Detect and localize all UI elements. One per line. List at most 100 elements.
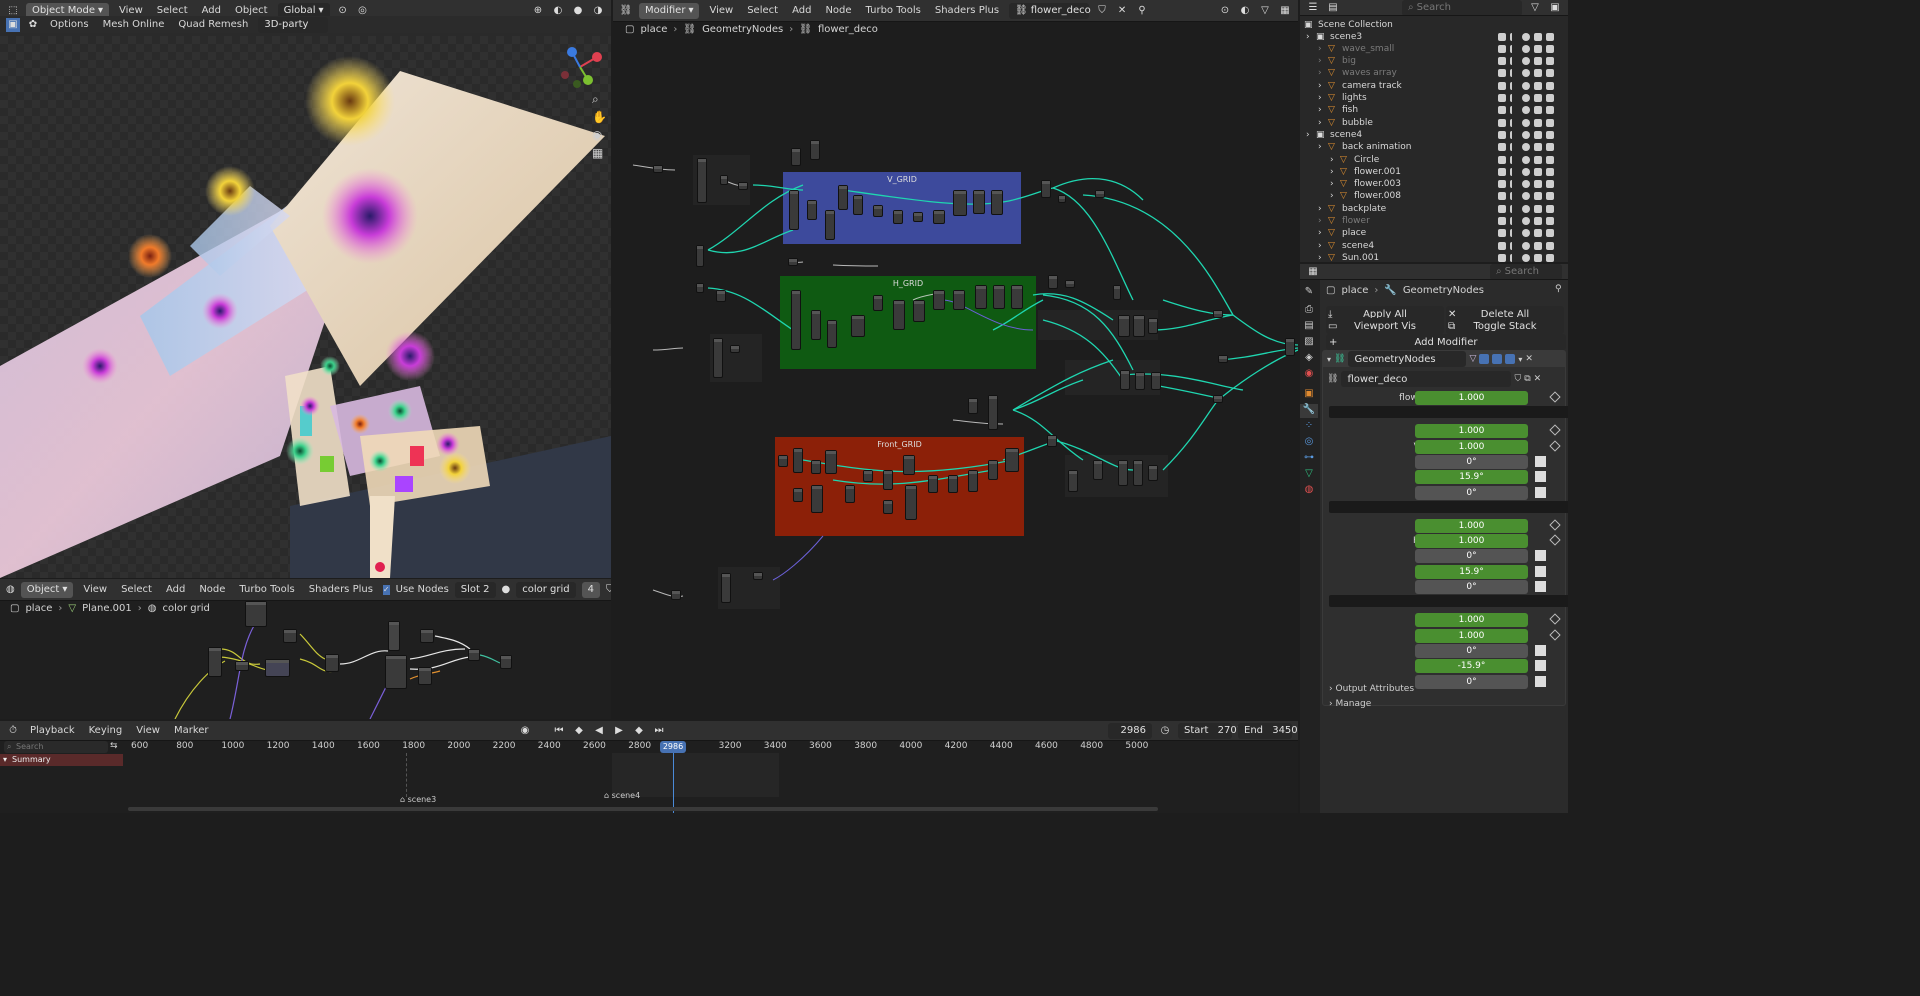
select-toggle-icon[interactable] bbox=[1510, 180, 1518, 189]
end-frame-field[interactable]: End 3450 bbox=[1238, 722, 1298, 739]
render-toggle-icon[interactable] bbox=[1492, 354, 1503, 364]
visibility-toggles[interactable] bbox=[1498, 253, 1554, 262]
output-tab-icon[interactable]: ▤ bbox=[1300, 320, 1318, 334]
geo-node[interactable] bbox=[791, 148, 801, 166]
eye-icon[interactable] bbox=[1522, 180, 1530, 189]
material-tab-icon[interactable]: ◍ bbox=[1300, 484, 1318, 498]
camera-icon[interactable] bbox=[1534, 44, 1542, 53]
viewport-3d[interactable]: ⬚ Object Mode ▾ View Select Add Object G… bbox=[0, 0, 611, 578]
shader-node[interactable] bbox=[208, 647, 222, 677]
geo-node[interactable] bbox=[720, 175, 728, 185]
shader-node[interactable] bbox=[283, 629, 297, 643]
shader-node[interactable] bbox=[385, 655, 407, 689]
camera-icon[interactable] bbox=[1534, 94, 1542, 102]
select-toggle-icon[interactable] bbox=[1510, 118, 1518, 127]
select-toggle-icon[interactable] bbox=[1510, 57, 1518, 66]
param-value-field[interactable]: 0° bbox=[1415, 549, 1528, 564]
node-group-field[interactable]: flower_deco bbox=[1341, 371, 1512, 387]
select-toggle-icon[interactable] bbox=[1510, 94, 1518, 102]
keyframe-icon[interactable] bbox=[1549, 439, 1561, 452]
record-icon[interactable]: ◉ bbox=[518, 724, 532, 738]
render-icon[interactable] bbox=[1546, 94, 1554, 102]
exclude-checkbox[interactable] bbox=[1498, 180, 1506, 189]
select-toggle-icon[interactable] bbox=[1510, 167, 1518, 176]
visibility-toggles[interactable] bbox=[1498, 241, 1554, 250]
geo-node[interactable] bbox=[873, 295, 883, 311]
param-value-field[interactable]: 0° bbox=[1415, 643, 1528, 658]
add-modifier-button[interactable]: + Add Modifier bbox=[1326, 334, 1566, 350]
eye-icon[interactable] bbox=[1522, 106, 1530, 115]
unlink-icon[interactable]: ✕ bbox=[1534, 374, 1542, 384]
geo-node[interactable] bbox=[863, 470, 873, 482]
eye-icon[interactable] bbox=[1522, 217, 1530, 225]
render-icon[interactable] bbox=[1546, 81, 1554, 90]
timeline-search[interactable]: ⌕ Search bbox=[4, 741, 108, 753]
exclude-checkbox[interactable] bbox=[1498, 118, 1506, 127]
geo-node[interactable] bbox=[696, 245, 704, 267]
swap-icon[interactable]: ⇆ bbox=[110, 741, 118, 751]
exclude-checkbox[interactable] bbox=[1498, 69, 1506, 78]
geo-node[interactable] bbox=[791, 290, 801, 350]
keyframe-icon[interactable] bbox=[1549, 391, 1561, 403]
expand-chevron-icon[interactable]: › bbox=[1318, 216, 1322, 226]
render-icon[interactable] bbox=[1546, 44, 1554, 53]
geo-node[interactable] bbox=[928, 475, 938, 493]
geo-node[interactable] bbox=[1133, 460, 1143, 486]
geo-node[interactable] bbox=[1148, 465, 1158, 481]
camera-icon[interactable] bbox=[1534, 118, 1542, 127]
param-value-field[interactable]: 0° bbox=[1415, 454, 1528, 469]
driver-icon[interactable] bbox=[1535, 550, 1546, 562]
expand-chevron-icon[interactable]: › bbox=[1306, 130, 1310, 140]
geo-node[interactable] bbox=[671, 590, 681, 600]
geo-node[interactable] bbox=[1218, 355, 1228, 363]
play-icon[interactable]: ▶ bbox=[612, 724, 626, 738]
camera-icon[interactable] bbox=[1534, 69, 1542, 78]
exclude-checkbox[interactable] bbox=[1498, 253, 1506, 262]
select-toggle-icon[interactable] bbox=[1510, 241, 1518, 250]
render-icon[interactable] bbox=[1546, 180, 1554, 189]
exclude-checkbox[interactable] bbox=[1498, 155, 1506, 164]
timeline[interactable]: ⏱ Playback Keying View Marker ◉ ⏮ ◆ ◀ ▶ … bbox=[0, 721, 1298, 813]
editor-type-icon[interactable]: ▦ bbox=[1306, 265, 1320, 279]
param-value-field[interactable]: 1.000 bbox=[1415, 424, 1528, 439]
eye-icon[interactable] bbox=[1522, 118, 1530, 127]
expand-chevron-icon[interactable]: › bbox=[1318, 241, 1322, 251]
param-value-field[interactable]: 1.000 bbox=[1415, 613, 1528, 628]
exclude-checkbox[interactable] bbox=[1498, 44, 1506, 53]
geo-node[interactable] bbox=[1113, 285, 1121, 300]
driver-icon[interactable] bbox=[1535, 486, 1546, 498]
duplicate-icon[interactable]: ⧉ bbox=[1524, 374, 1530, 384]
playhead[interactable] bbox=[673, 753, 674, 813]
shader-node[interactable] bbox=[235, 661, 249, 671]
geo-node[interactable] bbox=[827, 320, 837, 348]
camera-icon[interactable] bbox=[1534, 106, 1542, 115]
param-value-field[interactable]: 1.000 bbox=[1415, 439, 1528, 454]
visibility-toggles[interactable] bbox=[1498, 192, 1554, 201]
visibility-toggles[interactable] bbox=[1498, 180, 1554, 189]
chevron-down-icon[interactable]: ▾ bbox=[1327, 355, 1331, 364]
menu-view[interactable]: View bbox=[115, 5, 147, 16]
render-icon[interactable] bbox=[1546, 57, 1554, 66]
horizontal-scrollbar[interactable] bbox=[128, 807, 1158, 811]
render-icon[interactable] bbox=[1546, 118, 1554, 127]
visibility-toggles[interactable] bbox=[1498, 204, 1554, 213]
properties-search[interactable]: ⌕ Search bbox=[1490, 264, 1562, 279]
camera-icon[interactable] bbox=[1534, 192, 1542, 201]
geo-node[interactable] bbox=[810, 140, 820, 160]
eye-icon[interactable] bbox=[1522, 167, 1530, 176]
dropdown-icon[interactable]: ▾ bbox=[1518, 355, 1522, 364]
clock-icon[interactable]: ◷ bbox=[1158, 724, 1172, 738]
exclude-checkbox[interactable] bbox=[1498, 167, 1506, 176]
expand-chevron-icon[interactable]: › bbox=[1306, 32, 1310, 42]
eye-icon[interactable] bbox=[1522, 241, 1530, 250]
data-tab-icon[interactable]: ▽ bbox=[1300, 468, 1318, 482]
render-icon[interactable] bbox=[1546, 155, 1554, 164]
driver-icon[interactable] bbox=[1535, 660, 1546, 672]
camera-icon[interactable] bbox=[1534, 204, 1542, 213]
geo-node[interactable] bbox=[653, 165, 663, 173]
expand-chevron-icon[interactable]: › bbox=[1318, 204, 1322, 214]
eye-icon[interactable] bbox=[1522, 57, 1530, 66]
geo-node[interactable] bbox=[697, 158, 707, 203]
zoom-icon[interactable]: ⌕ bbox=[592, 92, 599, 107]
current-frame-field[interactable]: 2986 bbox=[1108, 722, 1152, 739]
